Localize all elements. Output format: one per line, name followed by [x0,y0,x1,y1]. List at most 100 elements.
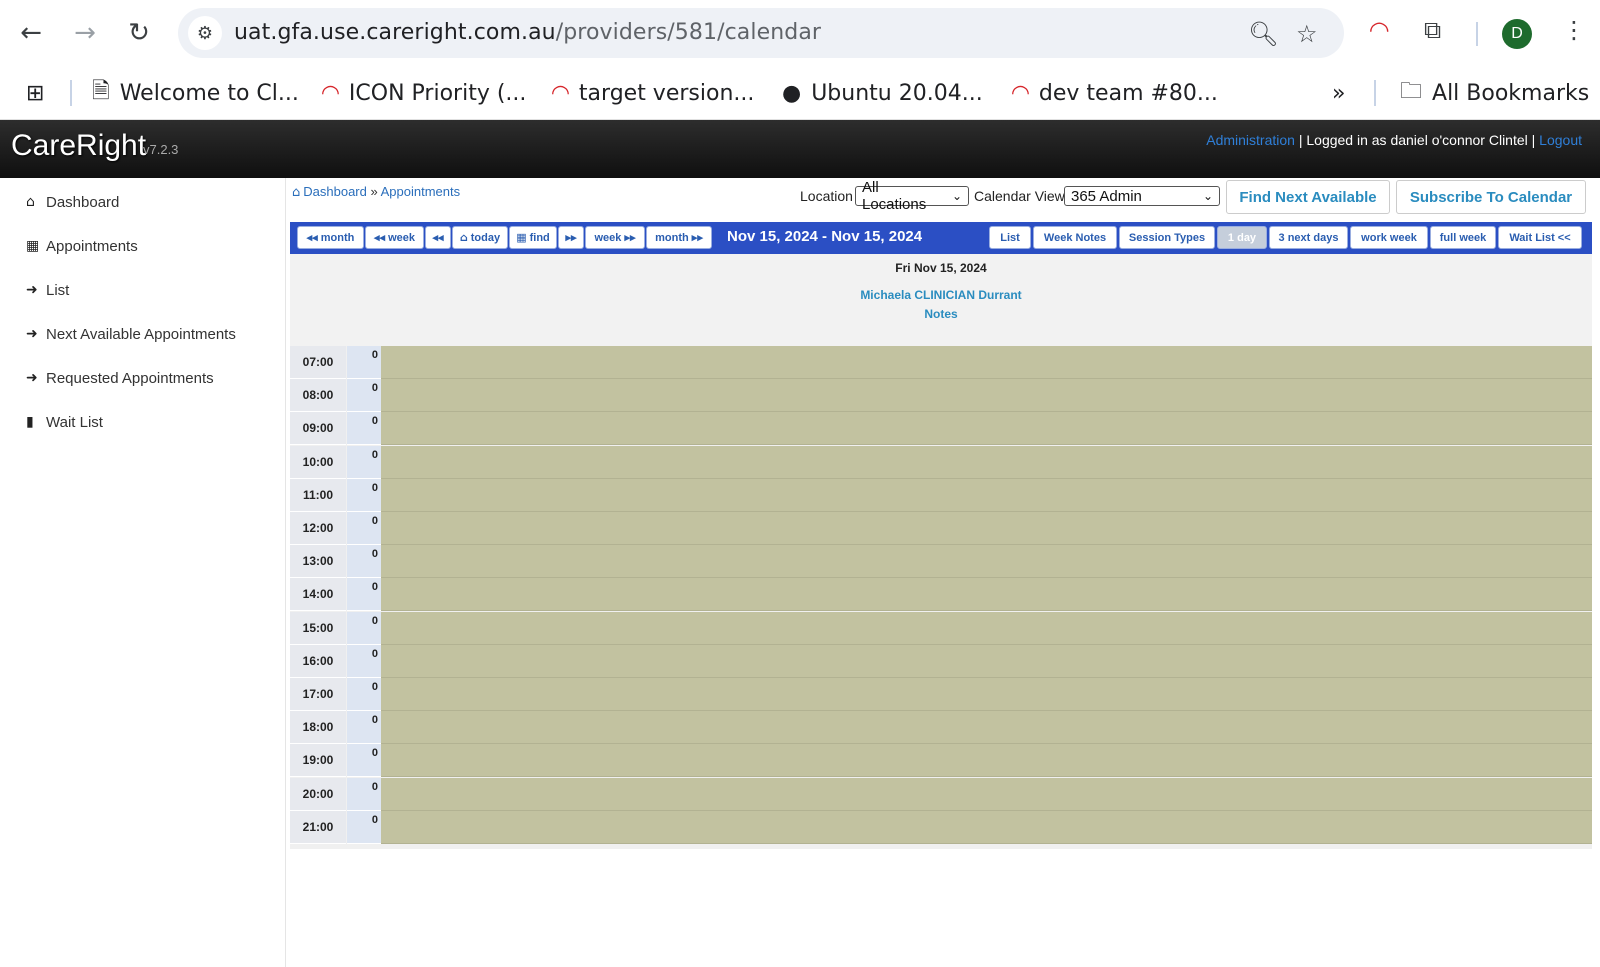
view-1-day-button[interactable]: 1 day [1217,226,1267,249]
zoom-icon[interactable]: 🔍︎ [1248,20,1278,48]
view-week-notes-button[interactable]: Week Notes [1033,226,1117,249]
prev-day-button[interactable]: ◂◂ [425,226,451,249]
sidebar: ⌂ Dashboard ▦ Appointments ➜ List ➜ Next Ava… [0,178,286,967]
time-slot[interactable] [381,711,1592,745]
folder-icon: 🗀 [1400,79,1423,104]
find-button[interactable]: ▦ find [509,226,557,249]
view-full-week-button[interactable]: full week [1430,226,1496,249]
time-label: 19:00 [290,744,346,778]
slot-count: 0 [347,512,381,545]
slot-count: 0 [347,744,381,778]
logout-link[interactable]: Logout [1539,132,1582,148]
view-work-week-button[interactable]: work week [1350,226,1428,249]
time-label: 07:00 [290,346,346,379]
prev-week-button[interactable]: ◂◂ week [365,226,424,249]
profile-avatar[interactable]: D [1502,19,1532,49]
calendar-icon: ▦ [516,231,527,244]
time-row: 11:00 0 [290,478,1592,512]
arc-logo-icon: ◠ [552,80,569,106]
sidebar-item-dashboard[interactable]: ⌂ Dashboard [26,190,119,214]
wait-list-toggle-button[interactable]: Wait List << [1498,226,1582,249]
clinician-link[interactable]: Michaela CLINICIAN Durrant [290,288,1592,302]
time-slot[interactable] [381,744,1592,778]
location-select[interactable]: All Locations ⌄ [855,179,969,213]
time-slot[interactable] [381,578,1592,612]
subscribe-calendar-button[interactable]: Subscribe To Calendar [1396,180,1586,214]
view-list-button[interactable]: List [989,226,1031,249]
sidebar-item-requested[interactable]: ➜ Requested Appointments [26,366,214,390]
arc-extension-icon[interactable]: ◠ [1370,16,1388,44]
breadcrumb-dashboard[interactable]: Dashboard [303,184,367,199]
sidebar-item-list[interactable]: ➜ List [26,278,69,302]
time-grid: 07:00 0 08:00 0 09:00 0 10:00 0 11:00 0 12:00 0 13:0… [290,346,1592,849]
time-row: 19:00 0 [290,744,1592,778]
time-slot[interactable] [381,478,1592,512]
time-label: 11:00 [290,478,346,512]
brand-logo[interactable]: CareRight [11,129,146,163]
next-day-button[interactable]: ▸▸ [558,226,584,249]
sidebar-item-next-available[interactable]: ➜ Next Available Appointments [26,322,236,346]
breadcrumb-appointments[interactable]: Appointments [381,184,461,199]
extensions-puzzle-icon[interactable]: ⧉ [1424,16,1441,44]
time-slot[interactable] [381,512,1592,545]
bookmarks-overflow-icon[interactable]: » [1332,74,1345,112]
time-label: 20:00 [290,777,346,811]
forward-arrow-icon[interactable]: → [66,14,104,52]
administration-link[interactable]: Administration [1206,132,1295,148]
bookmark-icon-priority[interactable]: ◠ ICON Priority (... [322,74,526,112]
clinician-notes-link[interactable]: Notes [290,307,1592,321]
bookmark-dev-team[interactable]: ◠ dev team #80... [1012,74,1218,112]
time-slot[interactable] [381,412,1592,446]
time-row: 13:00 0 [290,545,1592,579]
today-button[interactable]: ⌂ today [452,226,508,249]
time-slot[interactable] [381,810,1592,844]
menu-kebab-icon[interactable]: ⋮ [1562,16,1586,44]
reload-icon[interactable]: ↻ [120,14,158,52]
time-slot[interactable] [381,379,1592,413]
sidebar-item-wait-list[interactable]: ▮ Wait List [26,410,103,434]
time-row: 10:00 0 [290,445,1592,479]
slot-count: 0 [347,810,381,844]
time-slot[interactable] [381,611,1592,645]
view-3-next-days-button[interactable]: 3 next days [1269,226,1348,249]
bookmark-target-version[interactable]: ◠ target version... [552,74,754,112]
time-label: 16:00 [290,644,346,678]
calendar-view-select[interactable]: 365 Admin ⌄ [1064,186,1220,206]
day-header: Fri Nov 15, 2024 Michaela CLINICIAN Durr… [290,254,1592,346]
slot-count: 0 [347,412,381,446]
apps-grid-icon[interactable]: ⊞ [26,74,44,112]
bookmarks-divider [70,80,72,106]
time-row: 15:00 0 [290,611,1592,645]
chevron-circle-icon: ➜ [26,282,38,298]
time-slot[interactable] [381,545,1592,579]
find-next-available-button[interactable]: Find Next Available [1226,180,1390,214]
bookmark-welcome[interactable]: 🗎 Welcome to Cl... [92,74,299,112]
address-bar[interactable]: ⚙ uat.gfa.use.careright.com.au/providers… [178,8,1344,58]
next-week-button[interactable]: week ▸▸ [585,226,645,249]
slot-count: 0 [347,711,381,745]
toolbar-divider [1476,22,1478,46]
time-slot[interactable] [381,445,1592,479]
time-row: 16:00 0 [290,644,1592,678]
time-label: 13:00 [290,545,346,579]
time-label: 14:00 [290,578,346,612]
bookmark-ubuntu[interactable]: ● Ubuntu 20.04... [782,74,983,112]
prev-month-button[interactable]: ◂◂ month [297,226,364,249]
time-row: 12:00 0 [290,512,1592,545]
view-session-types-button[interactable]: Session Types [1119,226,1215,249]
time-slot[interactable] [381,644,1592,678]
site-settings-icon[interactable]: ⚙ [188,16,222,50]
time-slot[interactable] [381,777,1592,811]
user-bar: Administration | Logged in as daniel o'c… [1206,132,1582,148]
time-slot[interactable] [381,678,1592,711]
slot-count: 0 [347,678,381,711]
slot-count: 0 [347,379,381,413]
all-bookmarks[interactable]: 🗀 All Bookmarks [1400,74,1589,112]
url-text[interactable]: uat.gfa.use.careright.com.au/providers/5… [234,20,821,45]
time-slot[interactable] [381,346,1592,379]
back-arrow-icon[interactable]: ← [12,14,50,52]
bookmark-star-icon[interactable]: ☆ [1296,20,1318,48]
next-month-button[interactable]: month ▸▸ [646,226,712,249]
sidebar-item-appointments[interactable]: ▦ Appointments [26,234,138,258]
time-label: 09:00 [290,412,346,446]
